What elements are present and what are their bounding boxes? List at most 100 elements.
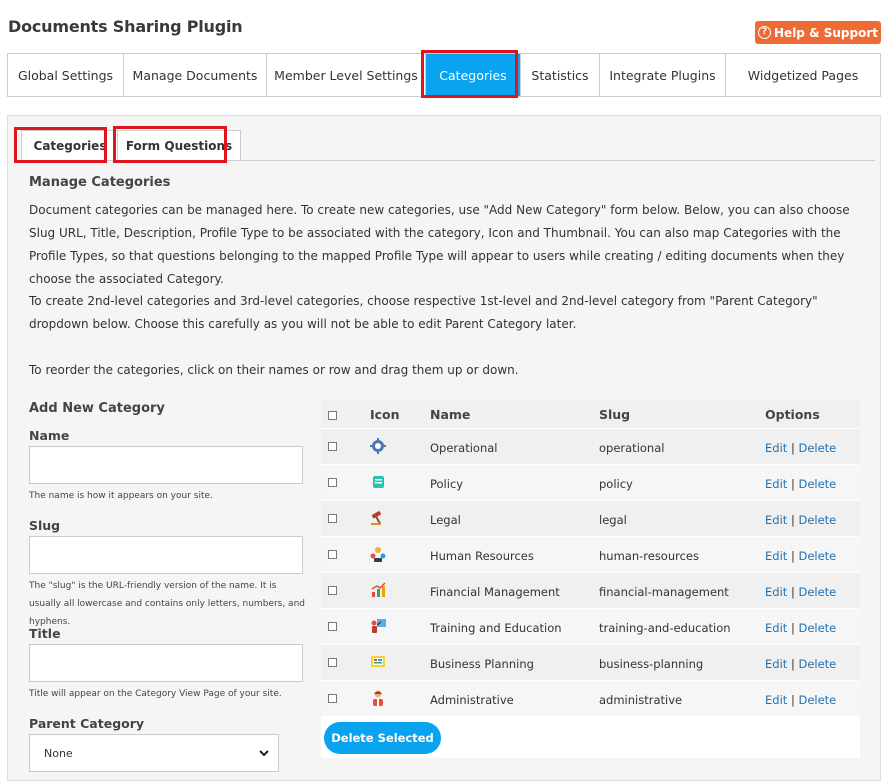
title-input[interactable] xyxy=(29,644,303,682)
select-all-checkbox[interactable] xyxy=(328,411,337,420)
table-row[interactable]: Financial Management financial-management… xyxy=(321,572,860,608)
category-name: Administrative xyxy=(430,693,514,707)
row-options: Edit | Delete xyxy=(765,477,836,491)
description-paragraph-1: Document categories can be managed here.… xyxy=(29,203,850,286)
section-heading: Manage Categories xyxy=(29,175,171,190)
table-row[interactable]: Human Resources human-resources Edit | Del… xyxy=(321,536,860,572)
delete-link[interactable]: Delete xyxy=(798,549,836,563)
row-checkbox[interactable] xyxy=(328,694,337,703)
teacher-icon xyxy=(371,619,386,633)
category-slug: legal xyxy=(599,513,627,527)
row-options: Edit | Delete xyxy=(765,693,836,707)
delete-link[interactable]: Delete xyxy=(798,513,836,527)
slug-input[interactable] xyxy=(29,536,303,574)
category-name: Human Resources xyxy=(430,549,534,563)
page-title: Documents Sharing Plugin xyxy=(8,17,243,36)
gavel-icon xyxy=(371,511,381,525)
row-options: Edit | Delete xyxy=(765,585,836,599)
col-slug: Slug xyxy=(599,407,631,422)
table-row[interactable]: Business Planning business-planning Edit |… xyxy=(321,644,860,680)
col-icon: Icon xyxy=(370,407,400,422)
option-separator: | xyxy=(790,477,795,491)
question-icon: ? xyxy=(758,26,772,39)
table-row[interactable]: Training and Education training-and-educa… xyxy=(321,608,860,644)
delete-link[interactable]: Delete xyxy=(798,441,836,455)
option-separator: | xyxy=(790,621,795,635)
slug-label: Slug xyxy=(29,518,61,533)
name-input[interactable] xyxy=(29,446,303,484)
category-name: Business Planning xyxy=(430,657,534,671)
col-name: Name xyxy=(430,407,471,422)
category-slug: training-and-education xyxy=(599,621,731,635)
delete-link[interactable]: Delete xyxy=(798,693,836,707)
subtab-form-questions-highlight xyxy=(113,126,227,163)
table-row[interactable]: Operational operational Edit | Delete xyxy=(321,428,860,464)
tab-manage-documents[interactable]: Manage Documents xyxy=(124,54,267,96)
planning-board-icon xyxy=(371,656,385,667)
row-checkbox[interactable] xyxy=(328,550,337,559)
option-separator: | xyxy=(790,657,795,671)
table-header: Icon Name Slug Options xyxy=(321,400,860,428)
delete-link[interactable]: Delete xyxy=(798,657,836,671)
description-paragraph-3: To reorder the categories, click on thei… xyxy=(29,363,519,377)
tab-member-level-settings[interactable]: Member Level Settings xyxy=(267,54,426,96)
table-row[interactable]: Legal legal Edit | Delete xyxy=(321,500,860,536)
category-slug: business-planning xyxy=(599,657,704,671)
category-name: Operational xyxy=(430,441,498,455)
delete-link[interactable]: Delete xyxy=(798,585,836,599)
category-name: Financial Management xyxy=(430,585,560,599)
name-label: Name xyxy=(29,428,70,443)
tab-highlight-box xyxy=(421,50,518,98)
tab-statistics[interactable]: Statistics xyxy=(521,54,600,96)
tab-global-settings[interactable]: Global Settings xyxy=(8,54,124,96)
slug-hint: The "slug" is the URL-friendly version o… xyxy=(29,581,305,627)
delete-selected-button[interactable]: Delete Selected xyxy=(324,722,441,754)
option-separator: | xyxy=(790,549,795,563)
option-separator: | xyxy=(790,513,795,527)
finance-chart-icon xyxy=(371,582,386,597)
categories-table: Icon Name Slug Options Operational operat… xyxy=(321,400,860,758)
help-support-button[interactable]: ? Help & Support xyxy=(755,21,881,44)
edit-link[interactable]: Edit xyxy=(765,621,787,635)
row-options: Edit | Delete xyxy=(765,513,836,527)
help-support-label: Help & Support xyxy=(774,25,878,40)
row-checkbox[interactable] xyxy=(328,514,337,523)
tab-integrate-plugins[interactable]: Integrate Plugins xyxy=(600,54,726,96)
row-options: Edit | Delete xyxy=(765,441,836,455)
category-slug: administrative xyxy=(599,693,683,707)
row-checkbox[interactable] xyxy=(328,658,337,667)
edit-link[interactable]: Edit xyxy=(765,693,787,707)
edit-link[interactable]: Edit xyxy=(765,549,787,563)
category-slug: policy xyxy=(599,477,633,491)
edit-link[interactable]: Edit xyxy=(765,441,787,455)
parent-category-label: Parent Category xyxy=(29,716,145,731)
edit-link[interactable]: Edit xyxy=(765,585,787,599)
person-icon xyxy=(373,690,383,706)
row-checkbox[interactable] xyxy=(328,586,337,595)
tab-widgetized-pages[interactable]: Widgetized Pages xyxy=(726,54,880,96)
row-options: Edit | Delete xyxy=(765,621,836,635)
scroll-icon xyxy=(373,476,384,488)
row-checkbox[interactable] xyxy=(328,442,337,451)
edit-link[interactable]: Edit xyxy=(765,513,787,527)
row-checkbox[interactable] xyxy=(328,478,337,487)
option-separator: | xyxy=(790,441,795,455)
table-row[interactable]: Administrative administrative Edit | Delet… xyxy=(321,680,860,716)
title-hint: Title will appear on the Category View P… xyxy=(29,689,282,699)
row-checkbox[interactable] xyxy=(328,622,337,631)
edit-link[interactable]: Edit xyxy=(765,477,787,491)
parent-category-select[interactable]: None xyxy=(29,734,279,772)
table-row[interactable]: Policy policy Edit | Delete xyxy=(321,464,860,500)
name-hint: The name is how it appears on your site. xyxy=(29,491,213,501)
edit-link[interactable]: Edit xyxy=(765,657,787,671)
category-slug: human-resources xyxy=(599,549,699,563)
option-separator: | xyxy=(790,693,795,707)
col-options: Options xyxy=(765,407,820,422)
delete-link[interactable]: Delete xyxy=(798,477,836,491)
category-slug: operational xyxy=(599,441,665,455)
parent-category-value: None xyxy=(44,746,73,760)
delete-link[interactable]: Delete xyxy=(798,621,836,635)
subtab-categories-highlight xyxy=(14,127,107,163)
chevron-down-icon xyxy=(259,750,269,757)
people-icon xyxy=(370,547,386,562)
